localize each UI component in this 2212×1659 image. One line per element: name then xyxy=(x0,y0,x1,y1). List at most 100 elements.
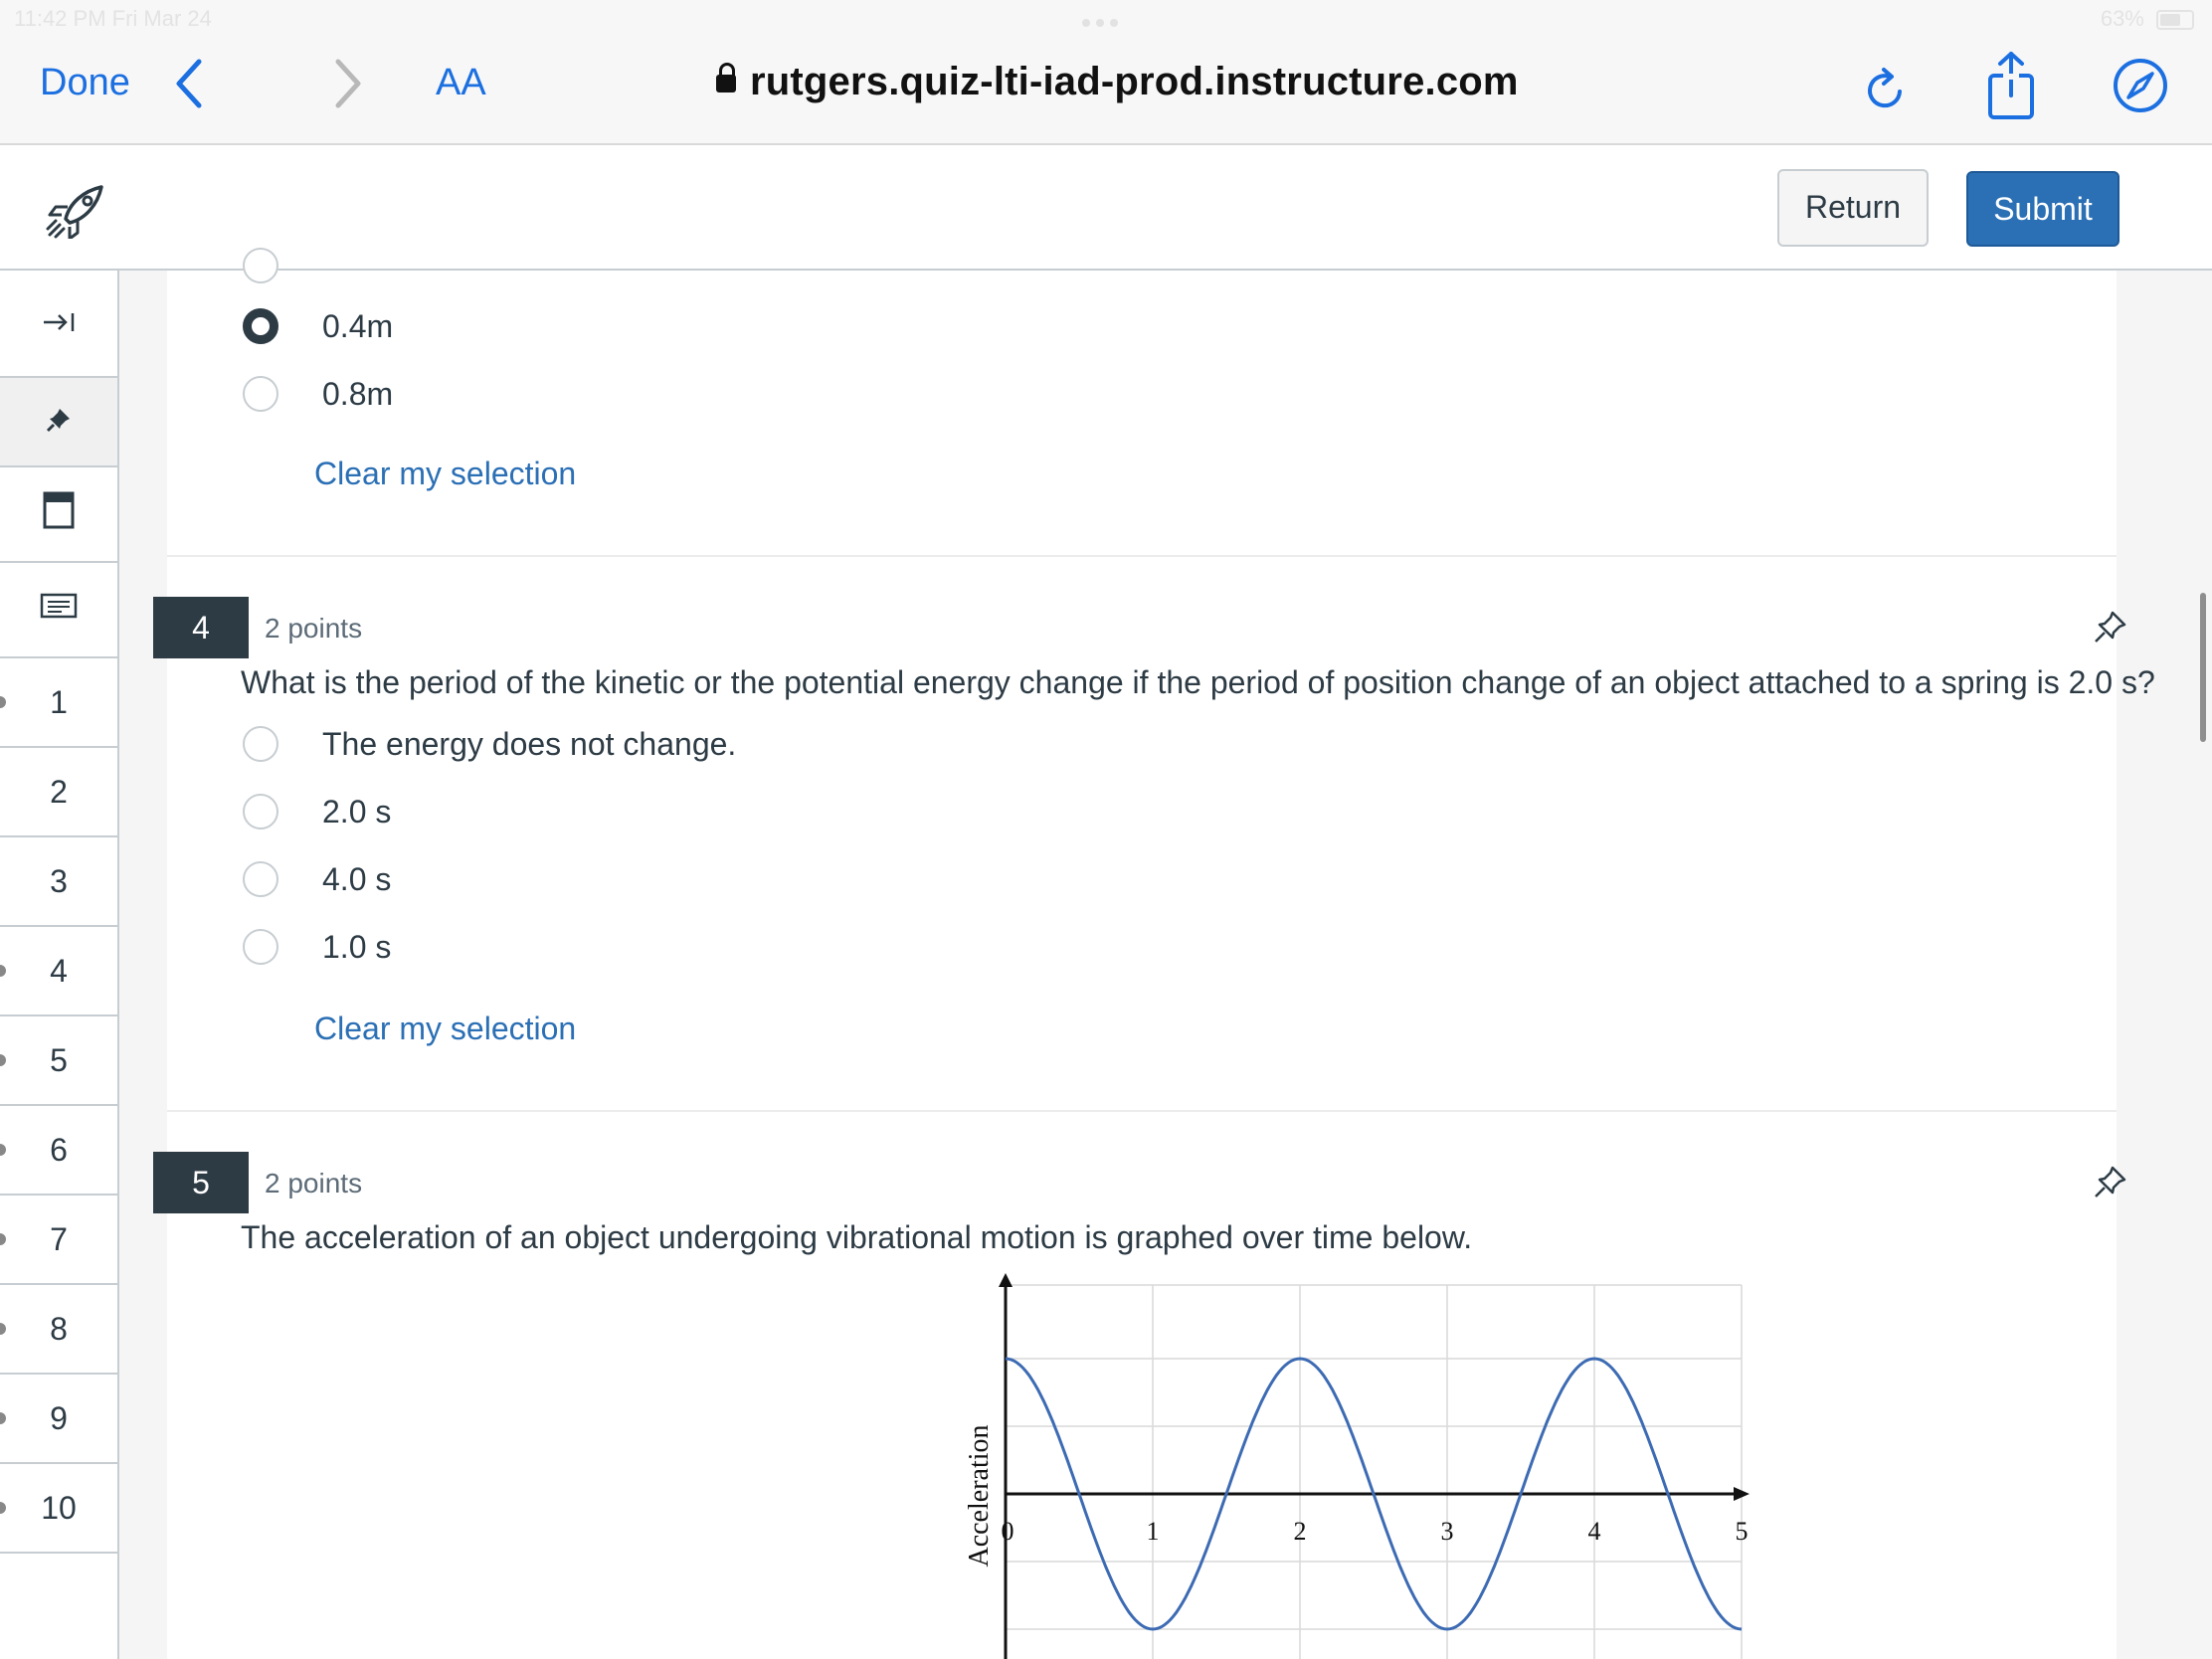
q4-option-3[interactable]: 4.0 s xyxy=(243,857,391,901)
done-button[interactable]: Done xyxy=(40,62,130,104)
sidebar-question-8[interactable]: 8 xyxy=(0,1285,117,1375)
answered-marker xyxy=(0,1054,6,1066)
x-tick-labels: 0 1 2 3 4 5 xyxy=(1002,1517,1749,1546)
q3-option-2[interactable]: 0.8m xyxy=(243,372,393,416)
y-axis-arrow xyxy=(999,1273,1013,1287)
url-text: rutgers.quiz-lti-iad-prod.instructure.co… xyxy=(750,60,1519,103)
question-number: 6 xyxy=(50,1131,68,1168)
x-tick-label: 1 xyxy=(1147,1517,1160,1546)
option-label: 1.0 s xyxy=(322,928,392,965)
sidebar-question-7[interactable]: 7 xyxy=(0,1196,117,1285)
pin-icon xyxy=(46,404,72,441)
chart-grid xyxy=(1006,1284,1743,1659)
answered-marker xyxy=(0,965,6,977)
quiz-content: 0.4m 0.8m Clear my selection 4 2 points … xyxy=(153,248,2155,1659)
answered-marker xyxy=(0,1412,6,1424)
browser-toolbar: Done AA rutgers.quiz-lti-iad-prod.instru… xyxy=(0,38,2212,145)
question-number: 9 xyxy=(50,1399,68,1436)
option-label: 2.0 s xyxy=(322,793,392,830)
option-label: 0.4m xyxy=(322,307,394,344)
calculator-button[interactable] xyxy=(0,467,117,563)
radio-button[interactable] xyxy=(243,861,278,897)
chart-axes xyxy=(999,1273,1750,1659)
q4-option-2[interactable]: 2.0 s xyxy=(243,790,391,833)
text-size-button[interactable]: AA xyxy=(436,62,486,104)
question-number: 2 xyxy=(50,773,68,810)
clear-selection-link[interactable]: Clear my selection xyxy=(314,456,576,492)
question-number-badge: 5 xyxy=(153,1152,249,1213)
lock-icon xyxy=(716,63,736,92)
answered-marker xyxy=(0,1323,6,1335)
question-number: 1 xyxy=(50,683,68,720)
option-label: The energy does not change. xyxy=(322,725,737,762)
sidebar-question-10[interactable]: 10 xyxy=(0,1464,117,1554)
sidebar-question-5[interactable]: 5 xyxy=(0,1016,117,1106)
radio-button[interactable] xyxy=(243,726,278,762)
return-button[interactable]: Return xyxy=(1777,169,1929,247)
forward-chevron-icon[interactable] xyxy=(328,56,368,116)
question-points: 2 points xyxy=(265,1168,363,1198)
answered-marker xyxy=(0,696,6,708)
question-divider xyxy=(167,1110,2117,1112)
pin-question-icon[interactable] xyxy=(2093,609,2128,649)
sidebar-question-6[interactable]: 6 xyxy=(0,1106,117,1196)
radio-button-selected[interactable] xyxy=(243,308,278,344)
question-number: 5 xyxy=(50,1041,68,1078)
ios-status-bar: 11:42 PM Fri Mar 24 63% xyxy=(0,0,2212,38)
battery-percent: 63% xyxy=(2100,6,2144,31)
clear-selection-link[interactable]: Clear my selection xyxy=(314,1011,576,1047)
calculator-icon xyxy=(43,491,75,537)
quiz-header: Return Submit xyxy=(0,145,2212,271)
sidebar-question-4[interactable]: 4 xyxy=(0,927,117,1016)
vertical-scrollbar[interactable] xyxy=(2200,593,2206,742)
x-tick-label: 3 xyxy=(1441,1517,1454,1546)
multitasking-dots-icon[interactable] xyxy=(1082,14,1130,27)
pinned-questions-button[interactable] xyxy=(0,378,117,467)
question-navigation-sidebar: 1 2 3 4 5 6 7 8 9 10 xyxy=(0,271,119,1659)
sidebar-question-9[interactable]: 9 xyxy=(0,1375,117,1464)
question-divider xyxy=(167,555,2117,557)
question-text: The acceleration of an object undergoing… xyxy=(241,1219,1473,1255)
q4-option-1[interactable]: The energy does not change. xyxy=(243,722,736,766)
collapse-sidebar-button[interactable] xyxy=(0,271,117,378)
x-tick-label: 4 xyxy=(1588,1517,1601,1546)
address-bar[interactable]: rutgers.quiz-lti-iad-prod.instructure.co… xyxy=(716,60,1519,104)
radio-button[interactable] xyxy=(243,929,278,965)
option-label: 4.0 s xyxy=(322,860,392,897)
question-number: 8 xyxy=(50,1310,68,1347)
answer-option-partial[interactable] xyxy=(243,248,278,304)
notes-icon xyxy=(40,592,78,629)
status-time: 11:42 PM Fri Mar 24 xyxy=(14,6,212,31)
acceleration-graph: 0 1 2 3 4 5 Acceleration xyxy=(964,1273,1750,1659)
submit-button[interactable]: Submit xyxy=(1966,171,2120,247)
question-number: 4 xyxy=(50,952,68,989)
question-number: 3 xyxy=(50,862,68,899)
answered-marker xyxy=(0,1144,6,1156)
share-icon[interactable] xyxy=(1985,50,2037,126)
pin-question-icon[interactable] xyxy=(2093,1164,2128,1204)
reload-icon[interactable] xyxy=(1862,64,1910,120)
radio-button[interactable] xyxy=(243,376,278,412)
battery-icon xyxy=(2156,10,2194,31)
question-number: 10 xyxy=(41,1489,77,1526)
answered-marker xyxy=(0,1233,6,1245)
radio-button[interactable] xyxy=(243,794,278,830)
y-axis-label: Acceleration xyxy=(964,1424,995,1567)
compass-icon[interactable] xyxy=(2111,56,2170,120)
sidebar-question-1[interactable]: 1 xyxy=(0,658,117,748)
question-points: 2 points xyxy=(265,613,363,644)
question-number-badge: 4 xyxy=(153,597,249,658)
q3-option-1[interactable]: 0.4m xyxy=(243,304,393,348)
x-tick-label: 2 xyxy=(1294,1517,1307,1546)
sidebar-question-3[interactable]: 3 xyxy=(0,837,117,927)
back-chevron-icon[interactable] xyxy=(171,56,211,116)
answered-marker xyxy=(0,1502,6,1514)
question-number: 7 xyxy=(50,1220,68,1257)
x-tick-label: 5 xyxy=(1736,1517,1749,1546)
sidebar-question-2[interactable]: 2 xyxy=(0,748,117,837)
q4-option-4[interactable]: 1.0 s xyxy=(243,925,391,969)
notes-button[interactable] xyxy=(0,563,117,658)
radio-button[interactable] xyxy=(243,248,278,283)
arrow-to-line-icon xyxy=(42,305,76,342)
rocket-icon xyxy=(46,183,107,244)
